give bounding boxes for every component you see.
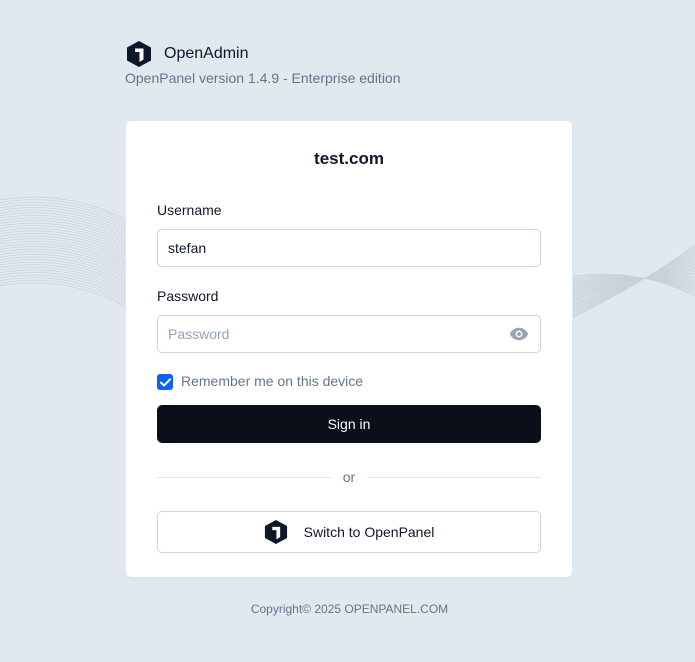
copyright-footer: Copyright© 2025 OPENPANEL.COM: [250, 602, 449, 616]
or-divider: or: [157, 467, 541, 487]
password-label: Password: [157, 288, 219, 304]
show-password-eye-icon[interactable]: [507, 324, 531, 344]
openpanel-logo-icon: [127, 41, 151, 67]
switch-to-openpanel-button[interactable]: Switch to OpenPanel: [157, 511, 541, 553]
version-text: OpenPanel version 1.4.9 - Enterprise edi…: [125, 70, 401, 86]
sign-in-button[interactable]: Sign in: [157, 405, 541, 443]
username-label: Username: [157, 202, 222, 218]
divider-line-right: [367, 477, 541, 478]
remember-checkbox[interactable]: [157, 374, 173, 390]
brand-name: OpenAdmin: [164, 45, 249, 62]
password-input[interactable]: [157, 315, 541, 353]
domain-title: test.com: [314, 149, 384, 168]
brand-header: OpenAdmin: [126, 40, 249, 68]
switch-label: Switch to OpenPanel: [303, 524, 435, 540]
login-card: test.com Username Password Remember me o…: [125, 120, 573, 578]
remember-label: Remember me on this device: [181, 372, 364, 389]
openpanel-logo-icon: [264, 520, 287, 544]
username-input[interactable]: [157, 229, 541, 267]
remember-me: Remember me on this device: [157, 371, 363, 390]
